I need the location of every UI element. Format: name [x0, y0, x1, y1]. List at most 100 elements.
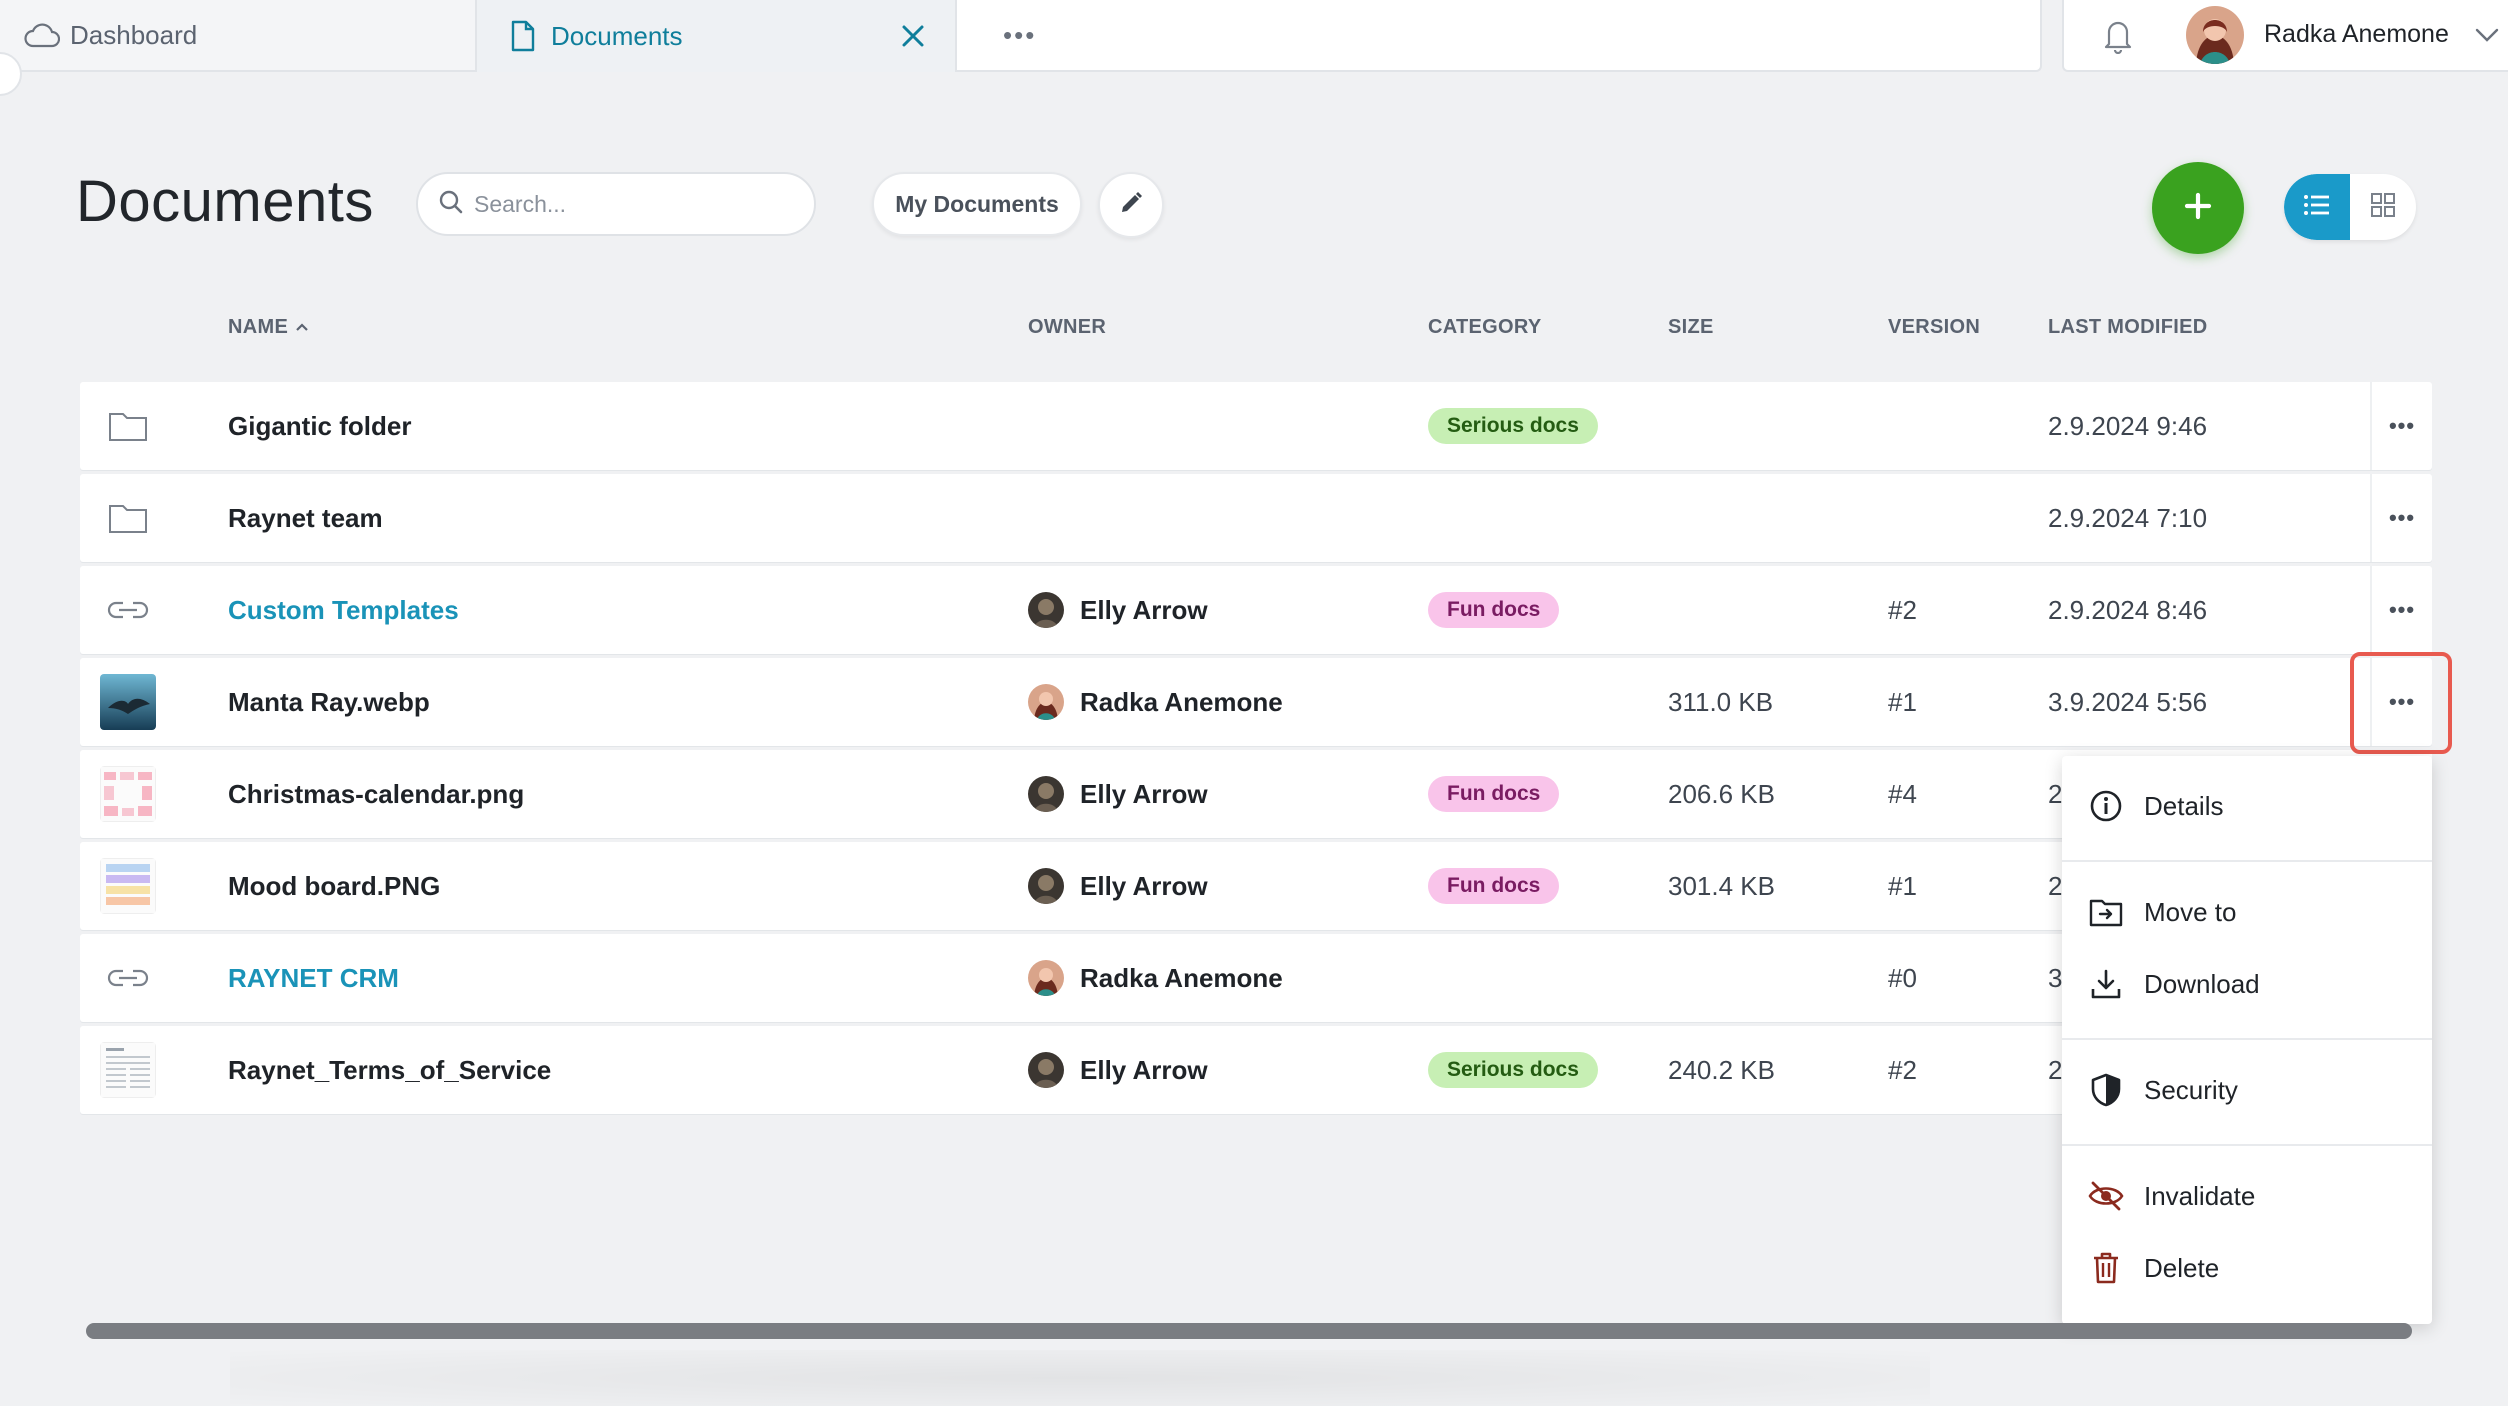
user-name[interactable]: Radka Anemone [2264, 20, 2449, 49]
menu-item-download[interactable]: Download [2062, 954, 2432, 1014]
size-cell: 240.2 KB [1668, 1054, 1775, 1085]
menu-divider [2062, 860, 2432, 862]
column-header-size[interactable]: SIZE [1668, 316, 1714, 339]
category-cell: Fun docs [1428, 842, 1560, 930]
column-header-name-label: NAME [228, 316, 289, 338]
image-thumbnail [98, 658, 158, 746]
table-row[interactable]: Manta Ray.webp Radka Anemone 311.0 KB #1… [80, 658, 2432, 746]
eye-off-icon [2088, 1178, 2124, 1214]
avatar [1028, 776, 1064, 812]
owner-name: Radka Anemone [1080, 686, 1283, 717]
cloud-icon [24, 17, 60, 53]
search-input[interactable] [474, 190, 794, 218]
category-badge: Fun docs [1428, 868, 1560, 904]
row-name[interactable]: Christmas-calendar.png [228, 750, 524, 838]
trash-icon [2088, 1250, 2124, 1286]
tab-overflow-button[interactable]: ••• [955, 0, 2042, 72]
avatar [1028, 960, 1064, 996]
version-cell: #4 [1888, 778, 1917, 809]
mood-board-thumbnail [100, 858, 156, 914]
menu-item-security-label: Security [2144, 1074, 2238, 1105]
menu-divider [2062, 1144, 2432, 1146]
list-view-button[interactable] [2284, 174, 2350, 240]
owner-cell: Elly Arrow [1028, 1026, 1208, 1114]
table-row[interactable]: Gigantic folder Serious docs 2.9.2024 9:… [80, 382, 2432, 470]
more-icon: ••• [2388, 505, 2416, 530]
row-more-button[interactable]: ••• [2370, 382, 2432, 470]
modified-cell: 2.9.2024 8:46 [2048, 594, 2208, 625]
menu-item-security[interactable]: Security [2062, 1060, 2432, 1120]
menu-item-details[interactable]: Details [2062, 776, 2432, 836]
version-cell: #1 [1888, 686, 1917, 717]
menu-item-move-to[interactable]: Move to [2062, 882, 2432, 942]
calendar-thumbnail [98, 750, 158, 838]
terms-of-service-thumbnail [100, 1042, 156, 1098]
owner-name: Elly Arrow [1080, 1054, 1208, 1085]
horizontal-scrollbar[interactable] [86, 1323, 2412, 1339]
christmas-calendar-thumbnail [100, 766, 156, 822]
row-more-button[interactable]: ••• [2370, 566, 2432, 654]
view-toggle [2284, 174, 2416, 240]
search-icon [438, 189, 464, 220]
modified-cell: 3.9.2024 5:56 [2048, 686, 2208, 717]
row-name[interactable]: RAYNET CRM [228, 934, 399, 1022]
tab-dashboard-label: Dashboard [70, 19, 198, 50]
edit-filter-button[interactable] [1098, 172, 1164, 238]
column-header-category[interactable]: CATEGORY [1428, 316, 1542, 339]
bell-icon[interactable] [2100, 16, 2136, 55]
row-name[interactable]: Gigantic folder [228, 382, 411, 470]
bottom-shadow [230, 1350, 1930, 1406]
row-name[interactable]: Custom Templates [228, 566, 459, 654]
category-badge: Fun docs [1428, 776, 1560, 812]
link-icon [98, 934, 158, 1022]
chevron-down-icon[interactable] [2472, 20, 2502, 50]
close-tab-icon[interactable] [895, 18, 931, 54]
menu-item-invalidate[interactable]: Invalidate [2062, 1166, 2432, 1226]
column-header-name[interactable]: NAME [228, 316, 310, 339]
info-icon [2088, 788, 2124, 824]
my-documents-filter-button[interactable]: My Documents [872, 172, 1082, 236]
avatar [1028, 592, 1064, 628]
add-document-button[interactable] [2152, 162, 2244, 254]
plus-icon [2183, 191, 2213, 226]
row-more-button[interactable]: ••• [2370, 474, 2432, 562]
menu-item-invalidate-label: Invalidate [2144, 1180, 2256, 1211]
version-cell: #2 [1888, 594, 1917, 625]
menu-item-details-label: Details [2144, 790, 2224, 821]
modified-cell: 2 [2048, 870, 2063, 901]
folder-icon [98, 474, 158, 562]
search-box[interactable] [416, 172, 816, 236]
tab-documents[interactable]: Documents [477, 0, 955, 72]
owner-cell: Elly Arrow [1028, 750, 1208, 838]
more-icon: ••• [2388, 597, 2416, 622]
column-header-version[interactable]: VERSION [1888, 316, 1980, 339]
menu-divider [2062, 1038, 2432, 1040]
row-name[interactable]: Mood board.PNG [228, 842, 440, 930]
column-header-last-modified[interactable]: LAST MODIFIED [2048, 316, 2207, 339]
menu-item-delete[interactable]: Delete [2062, 1238, 2432, 1298]
more-icon: ••• [2388, 689, 2416, 714]
category-badge: Serious docs [1428, 1052, 1598, 1088]
user-avatar[interactable] [2186, 6, 2244, 64]
moodboard-thumbnail [98, 842, 158, 930]
column-header-owner[interactable]: OWNER [1028, 316, 1106, 339]
row-name[interactable]: Raynet team [228, 474, 383, 562]
table-row[interactable]: Custom Templates Elly Arrow Fun docs #2 … [80, 566, 2432, 654]
manta-ray-thumbnail [100, 674, 156, 730]
tab-bar: Dashboard Documents ••• [0, 0, 2042, 72]
owner-name: Elly Arrow [1080, 778, 1208, 809]
more-tabs-icon: ••• [1003, 20, 1037, 50]
modified-cell: 2 [2048, 1054, 2063, 1085]
category-cell: Fun docs [1428, 750, 1560, 838]
more-icon: ••• [2388, 413, 2416, 438]
row-name[interactable]: Raynet_Terms_of_Service [228, 1026, 551, 1114]
tab-dashboard[interactable]: Dashboard [0, 0, 477, 72]
row-name[interactable]: Manta Ray.webp [228, 658, 430, 746]
size-cell: 301.4 KB [1668, 870, 1775, 901]
category-cell: Fun docs [1428, 566, 1560, 654]
owner-cell: Elly Arrow [1028, 566, 1208, 654]
table-row[interactable]: Raynet team 2.9.2024 7:10 ••• [80, 474, 2432, 562]
grid-view-button[interactable] [2350, 174, 2416, 240]
row-more-button[interactable]: ••• [2370, 658, 2432, 746]
user-bar: Radka Anemone [2062, 0, 2508, 72]
